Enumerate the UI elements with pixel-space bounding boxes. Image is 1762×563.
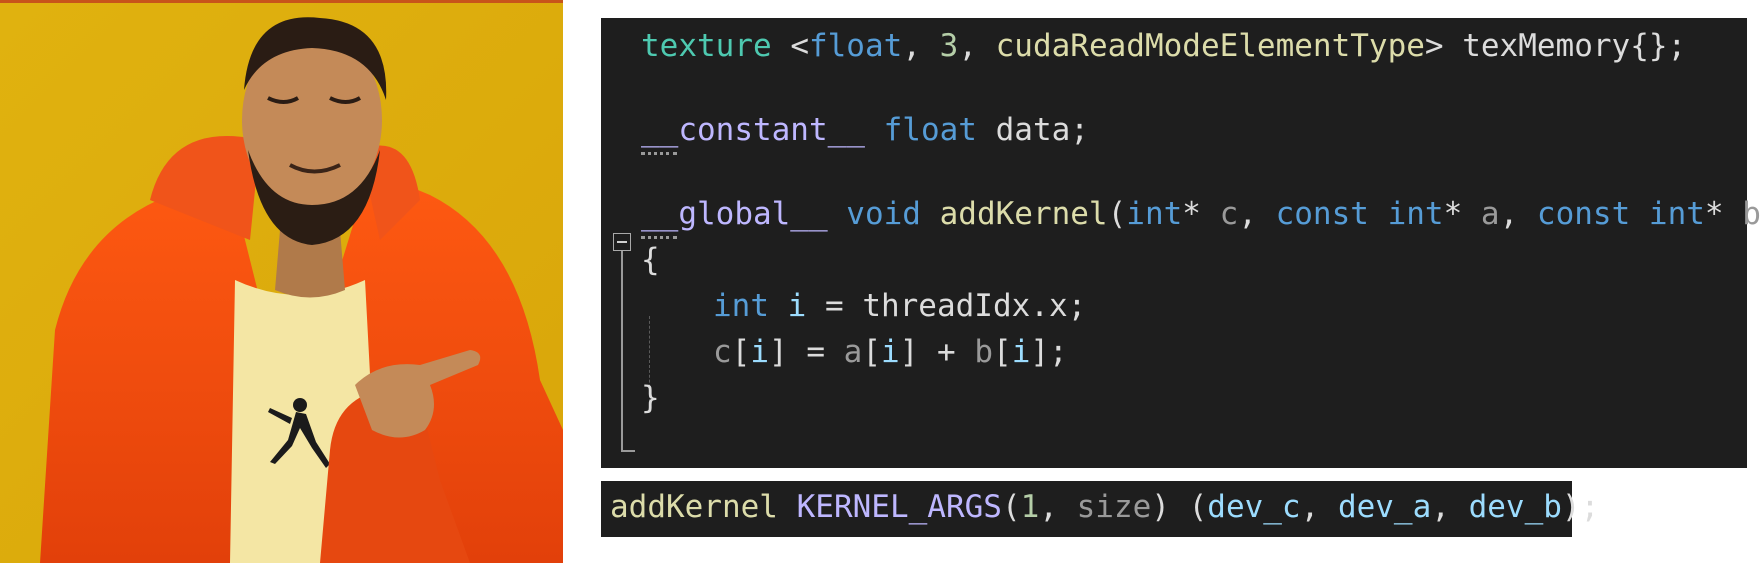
token: * [1704, 196, 1743, 232]
code-line-open-brace: { [641, 242, 660, 278]
param-a: a [843, 334, 863, 370]
code-line-add-assignment: c[i] = a[i] + b[i]; [713, 332, 1068, 372]
token: , [902, 28, 940, 64]
type-int: int [713, 288, 769, 324]
fold-collapse-icon[interactable] [613, 233, 631, 251]
param-b: b [1742, 196, 1761, 232]
variable-i: i [769, 288, 807, 324]
type-float: float [864, 112, 977, 148]
code-line-close-brace: } [641, 380, 660, 416]
keyword-texture: texture [641, 28, 772, 64]
squiggle-underline [641, 232, 677, 239]
keyword-const: const [1275, 196, 1369, 232]
token: ( [1001, 489, 1021, 525]
type-int: int [1126, 196, 1183, 232]
type-int: int [1630, 196, 1705, 232]
param-c: c [1219, 196, 1239, 232]
type-float: float [808, 28, 903, 64]
token: = threadIdx.x; [806, 288, 1087, 324]
function-name: addKernel [939, 196, 1108, 232]
qualifier-constant: __constant__ [641, 112, 865, 148]
fold-end-marker [621, 450, 635, 452]
code-line-texture-declaration: texture <float, 3, cudaReadModeElementTy… [641, 26, 1686, 66]
enum-read-mode: cudaReadModeElementType [995, 28, 1425, 64]
token: ( [1107, 196, 1127, 232]
token: > texMemory{}; [1424, 28, 1687, 64]
token: ]; [1030, 334, 1068, 370]
token: * [1182, 196, 1220, 232]
function-name: addKernel [610, 489, 797, 525]
variable-i: i [881, 334, 900, 370]
token: , [1300, 489, 1338, 525]
token: < [771, 28, 809, 64]
token: [ [731, 334, 751, 370]
code-line-kernel-signature: __global__ void addKernel(int* c, const … [641, 194, 1762, 234]
code-line-kernel-call: addKernel KERNEL_ARGS(1, size) (dev_c, d… [610, 487, 1599, 527]
code-line-thread-index: int i = threadIdx.x; [713, 286, 1086, 326]
variable-i: i [750, 334, 770, 370]
variable-dev-a: dev_a [1337, 489, 1432, 525]
token: ] = [769, 334, 844, 370]
token: , [1431, 489, 1469, 525]
fold-line [621, 251, 623, 450]
token: [ [862, 334, 882, 370]
param-b: b [974, 334, 994, 370]
meme-photo-approving [0, 0, 563, 563]
kernel-call-panel: addKernel KERNEL_ARGS(1, size) (dev_c, d… [601, 481, 1599, 537]
token: , [1499, 196, 1537, 232]
macro-kernel-args: KERNEL_ARGS [796, 489, 1002, 525]
token: * [1443, 196, 1481, 232]
token: ) ( [1151, 489, 1208, 525]
code-line-constant-declaration: __constant__ float data; [641, 110, 1089, 150]
number-literal: 3 [939, 28, 959, 64]
squiggle-underline [641, 148, 677, 155]
type-int: int [1368, 196, 1444, 232]
token: ] + [899, 334, 975, 370]
person-approving-illustration [0, 0, 563, 563]
token: , [958, 28, 996, 64]
token: data; [976, 112, 1089, 148]
type-void: void [827, 196, 940, 232]
variable-dev-c: dev_c [1207, 489, 1301, 525]
code-editor-panel: texture <float, 3, cudaReadModeElementTy… [601, 18, 1762, 468]
variable-i: i [1011, 334, 1031, 370]
param-a: a [1480, 196, 1500, 232]
number-literal: 1 [1020, 489, 1040, 525]
keyword-const: const [1536, 196, 1631, 232]
token: , [1039, 489, 1077, 525]
token: ); [1561, 489, 1600, 525]
variable-size: size [1076, 489, 1152, 525]
qualifier-global: __global__ [641, 196, 828, 232]
token: , [1238, 196, 1276, 232]
variable-dev-b: dev_b [1468, 489, 1562, 525]
param-c: c [713, 334, 732, 370]
token: [ [993, 334, 1012, 370]
